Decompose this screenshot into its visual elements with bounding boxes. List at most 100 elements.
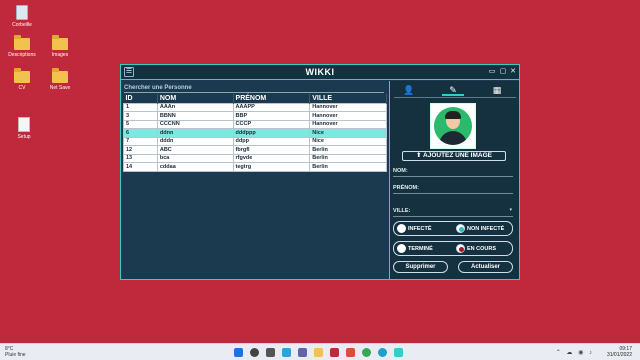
- folder-icon: [14, 68, 30, 83]
- nom-label: NOM:: [393, 168, 408, 174]
- search-icon[interactable]: [250, 348, 259, 357]
- ville-label: VILLE:: [393, 208, 411, 214]
- widgets-icon[interactable]: [282, 348, 291, 357]
- task-view-icon[interactable]: [266, 348, 275, 357]
- minimize-icon[interactable]: ▭: [487, 67, 497, 77]
- table-row[interactable]: 3 BBNN BBP Hannover: [123, 111, 387, 121]
- radio-label: EN COURS: [467, 246, 497, 252]
- chevron-down-icon: ▾: [509, 207, 512, 213]
- progress-status-group: TERMINÉ EN COURS: [393, 241, 513, 256]
- table-row[interactable]: 12 ABC fbrgfl Berlin: [123, 145, 387, 155]
- column-header-id[interactable]: ID: [123, 94, 158, 103]
- avatar-circle: [434, 107, 472, 145]
- close-icon[interactable]: ✕: [508, 67, 518, 77]
- add-image-label: AJOUTEZ UNE IMAGE: [423, 152, 492, 159]
- cell-id: 3: [123, 111, 158, 121]
- table-header-row: ID NOM PRÉNOM VILLE: [123, 94, 387, 103]
- radio-dot-selected: [456, 224, 465, 234]
- radio-termine[interactable]: TERMINÉ: [397, 244, 433, 254]
- chat-icon[interactable]: [298, 348, 307, 357]
- maximize-icon[interactable]: ▢: [498, 67, 508, 77]
- file-explorer-icon[interactable]: [314, 348, 323, 357]
- document-icon: [18, 117, 30, 132]
- table-row[interactable]: 5 CCCNN CCCP Hannover: [123, 119, 387, 129]
- search-label[interactable]: Chercher une Personne: [124, 85, 384, 93]
- cell-nom: ddnn: [156, 128, 234, 138]
- nom-field[interactable]: NOM:: [393, 165, 513, 177]
- column-header-nom[interactable]: NOM: [157, 94, 234, 103]
- radio-dot: [397, 244, 406, 254]
- cell-id: 5: [123, 119, 158, 129]
- folder-icon: [14, 35, 30, 50]
- title-bar: ☰ WIKKI ▭ ▢ ✕: [121, 65, 519, 80]
- code-editor-icon[interactable]: [394, 348, 403, 357]
- cell-ville: Berlin: [309, 145, 387, 155]
- desktop-icon-net-save[interactable]: Net Save: [38, 68, 82, 91]
- cell-ville: Berlin: [309, 153, 387, 163]
- radio-non-infecte[interactable]: NON INFECTÉ: [456, 224, 504, 234]
- store-icon[interactable]: [346, 348, 355, 357]
- desktop-icon-label: Net Save: [49, 85, 71, 91]
- weather-widget[interactable]: 8°C Pluie fine: [5, 346, 26, 358]
- edit-user-tab[interactable]: ✎: [442, 84, 464, 96]
- table-row[interactable]: 7 dddn ddpp Nice: [123, 136, 387, 146]
- add-user-icon: 👤: [403, 85, 415, 95]
- cell-ville: Nice: [309, 128, 387, 138]
- desktop-icon-label: Corbeille: [12, 22, 32, 28]
- cell-id: 7: [123, 136, 158, 146]
- refresh-button[interactable]: Actualiser: [458, 261, 513, 273]
- delete-button[interactable]: Supprimer: [393, 261, 448, 273]
- weather-text: Pluie fine: [5, 352, 26, 358]
- cell-prenom: tegtrg: [232, 162, 311, 172]
- ville-dropdown[interactable]: VILLE: ▾: [393, 205, 513, 217]
- upload-icon: ⬆: [416, 152, 424, 159]
- cell-nom: BBNN: [156, 111, 234, 121]
- add-image-button[interactable]: ⬆ AJOUTEZ UNE IMAGE: [402, 151, 506, 161]
- desktop-icon-recycle-bin[interactable]: Corbeille: [0, 5, 44, 28]
- building-tab[interactable]: ▦: [486, 84, 508, 96]
- cell-ville: Hannover: [309, 111, 387, 121]
- cell-prenom: ddpp: [232, 136, 311, 146]
- cell-ville: Hannover: [309, 119, 387, 129]
- windows-start-icon[interactable]: [234, 348, 243, 357]
- column-header-ville[interactable]: VILLE: [309, 94, 387, 103]
- radio-label: NON INFECTÉ: [467, 226, 505, 232]
- person-form-pane: 👤 ✎ ▦ ⬆ AJOUTEZ UNE IMAGE NOM: PRÉNOM: V…: [389, 81, 519, 279]
- app-window: ☰ WIKKI ▭ ▢ ✕ Chercher une Personne ID N…: [120, 64, 520, 280]
- radio-en-cours[interactable]: EN COURS: [456, 244, 496, 254]
- cell-nom: ABC: [156, 145, 234, 155]
- desktop-icon-setup[interactable]: Setup: [2, 117, 46, 140]
- cell-prenom: CCCP: [232, 119, 311, 129]
- cell-prenom: fbrgfl: [232, 145, 311, 155]
- taskbar: 8°C Pluie fine ⌃ ☁ ◉ ♪ 09:17 31/01/2022: [0, 343, 640, 360]
- desktop-icon-label: Descriptions: [8, 52, 36, 58]
- radio-dot-selected: [456, 244, 465, 254]
- table-row[interactable]: 1 AAAn AAAPP Hannover: [123, 102, 387, 112]
- prenom-field[interactable]: PRÉNOM:: [393, 182, 513, 194]
- infection-status-group: INFECTÉ NON INFECTÉ: [393, 221, 513, 236]
- cell-prenom: BBP: [232, 111, 311, 121]
- table-row[interactable]: 13 bca rfgvde Berlin: [123, 153, 387, 163]
- table-row[interactable]: 14 cddaa tegtrg Berlin: [123, 162, 387, 172]
- radio-infecte[interactable]: INFECTÉ: [397, 224, 432, 234]
- table-row-selected[interactable]: 6 ddnn dddppp Nice: [123, 128, 387, 138]
- desktop-icon-images[interactable]: Images: [38, 35, 82, 58]
- cell-nom: dddn: [156, 136, 234, 146]
- window-title: WIKKI: [305, 67, 335, 77]
- chrome-icon[interactable]: [362, 348, 371, 357]
- column-header-prenom[interactable]: PRÉNOM: [233, 94, 311, 103]
- radio-label: TERMINÉ: [408, 246, 433, 252]
- avatar-hair-shape: [445, 111, 461, 119]
- cell-ville: Hannover: [309, 102, 387, 112]
- edit-user-icon: ✎: [449, 85, 457, 95]
- desktop-icon-label: Images: [51, 52, 69, 58]
- clock[interactable]: 09:17 31/01/2022: [607, 346, 632, 358]
- cell-nom: bca: [156, 153, 234, 163]
- system-tray-icons[interactable]: ⌃ ☁ ◉ ♪: [556, 349, 594, 356]
- app-icon[interactable]: [330, 348, 339, 357]
- add-user-tab[interactable]: 👤: [398, 84, 420, 96]
- people-table: ID NOM PRÉNOM VILLE 1 AAAn AAAPP Hannove…: [123, 94, 387, 172]
- edge-icon[interactable]: [378, 348, 387, 357]
- desktop-icon-label: Setup: [17, 134, 31, 140]
- avatar: [430, 103, 476, 149]
